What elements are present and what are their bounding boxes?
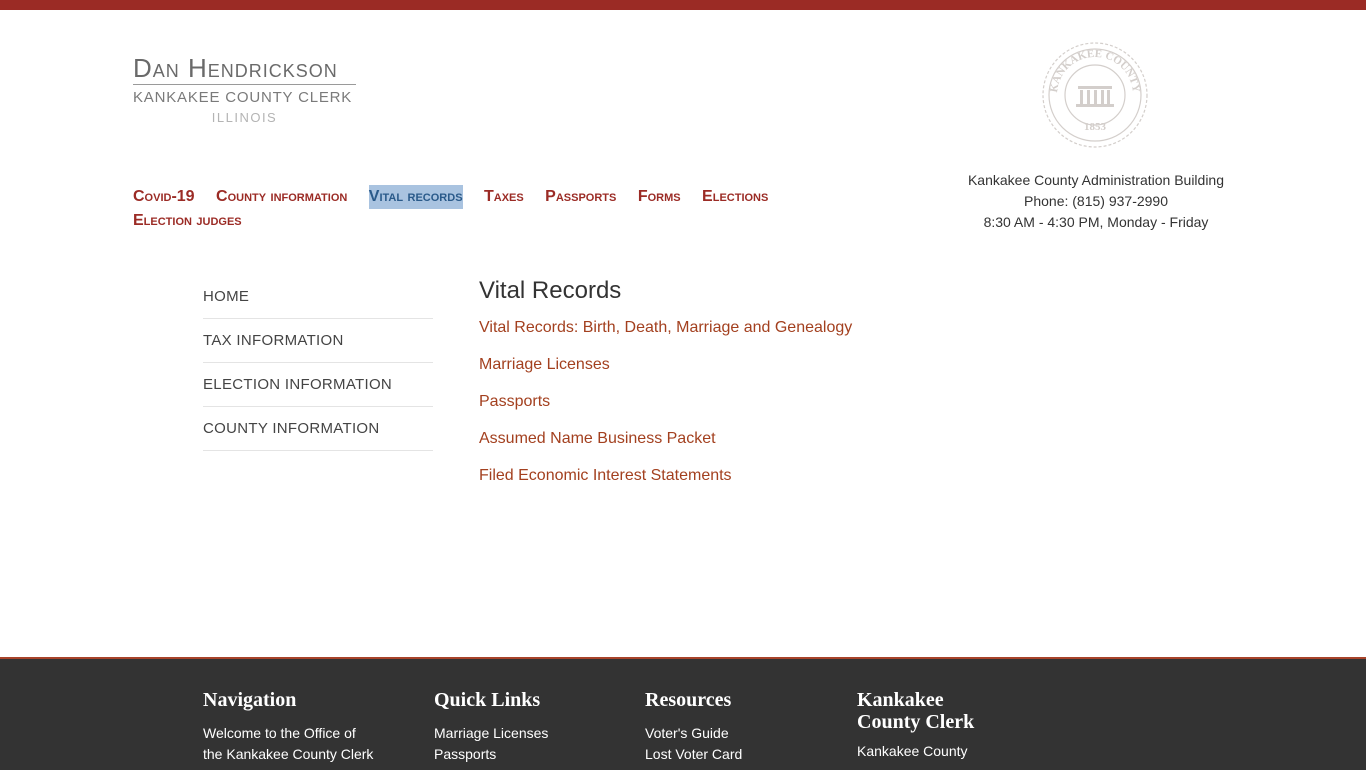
contact-building: Kankakee County Administration Building bbox=[967, 172, 1225, 188]
page-title: Vital Records bbox=[479, 277, 622, 304]
main-nav: Covid-19 County information Vital record… bbox=[133, 185, 853, 233]
contact-phone: Phone: (815) 937-2990 bbox=[1024, 193, 1168, 209]
site-footer: Navigation Welcome to the Office of the … bbox=[0, 657, 1366, 770]
link-assumed-name-business-packet[interactable]: Assumed Name Business Packet bbox=[479, 429, 939, 449]
footer-clerk-title-line2: County Clerk bbox=[857, 711, 975, 733]
footer-link-lost-voter-card[interactable]: Lost Voter Card bbox=[645, 744, 825, 765]
footer-clerk: Kankakee County Clerk Kankakee County bbox=[857, 689, 1037, 762]
footer-clerk-title-line1: Kankakee bbox=[857, 689, 944, 711]
contact-info: Kankakee County Administration Building … bbox=[950, 170, 1242, 233]
nav-election-judges[interactable]: Election judges bbox=[133, 209, 242, 233]
logo-name: Dan Hendrickson bbox=[133, 53, 338, 83]
footer-clerk-text: Kankakee County bbox=[857, 743, 968, 759]
footer-navigation-title: Navigation bbox=[203, 689, 297, 711]
footer-navigation-text-2: the Kankakee County Clerk bbox=[203, 746, 374, 762]
sidebar-item-tax-information[interactable]: TAX INFORMATION bbox=[203, 319, 433, 363]
nav-forms[interactable]: Forms bbox=[638, 185, 681, 209]
footer-quick-links: Quick Links Marriage Licenses Passports bbox=[434, 689, 614, 765]
footer-link-marriage-licenses[interactable]: Marriage Licenses bbox=[434, 723, 614, 744]
link-filed-economic-interest-statements[interactable]: Filed Economic Interest Statements bbox=[479, 466, 939, 486]
footer-clerk-title: Kankakee County Clerk bbox=[857, 689, 1037, 733]
nav-taxes[interactable]: Taxes bbox=[484, 185, 524, 209]
logo-state: ILLINOIS bbox=[211, 110, 278, 125]
footer-quick-links-title: Quick Links bbox=[434, 689, 541, 711]
logo-title: KANKAKEE COUNTY CLERK bbox=[133, 89, 353, 106]
main-content: Vital Records Vital Records: Birth, Deat… bbox=[479, 275, 939, 503]
sidebar-nav: HOME TAX INFORMATION ELECTION INFORMATIO… bbox=[203, 275, 433, 451]
county-seal-icon: KANKAKEE COUNTY 1853 bbox=[1042, 42, 1148, 148]
footer-link-passports[interactable]: Passports bbox=[434, 744, 614, 765]
nav-elections[interactable]: Elections bbox=[702, 185, 768, 209]
footer-link-voters-guide[interactable]: Voter's Guide bbox=[645, 723, 825, 744]
contact-hours: 8:30 AM - 4:30 PM, Monday - Friday bbox=[983, 214, 1209, 230]
top-accent-bar bbox=[0, 0, 1366, 10]
nav-county-information[interactable]: County information bbox=[216, 185, 347, 209]
nav-covid-19[interactable]: Covid-19 bbox=[133, 185, 195, 209]
nav-vital-records[interactable]: Vital records bbox=[368, 185, 463, 209]
sidebar-item-county-information[interactable]: COUNTY INFORMATION bbox=[203, 407, 433, 451]
seal-year: 1853 bbox=[1084, 121, 1107, 133]
nav-passports[interactable]: Passports bbox=[545, 185, 616, 209]
footer-resources: Resources Voter's Guide Lost Voter Card bbox=[645, 689, 825, 765]
link-passports[interactable]: Passports bbox=[479, 392, 939, 412]
link-vital-records-birth-death-marriage[interactable]: Vital Records: Birth, Death, Marriage an… bbox=[479, 318, 939, 338]
logo-divider bbox=[133, 84, 356, 85]
footer-navigation-text-1: Welcome to the Office of bbox=[203, 725, 356, 741]
site-logo[interactable]: Dan Hendrickson KANKAKEE COUNTY CLERK IL… bbox=[133, 52, 356, 127]
footer-resources-title: Resources bbox=[645, 689, 732, 711]
sidebar-item-election-information[interactable]: ELECTION INFORMATION bbox=[203, 363, 433, 407]
link-marriage-licenses[interactable]: Marriage Licenses bbox=[479, 355, 939, 375]
footer-navigation: Navigation Welcome to the Office of the … bbox=[203, 689, 403, 765]
sidebar-item-home[interactable]: HOME bbox=[203, 275, 433, 319]
